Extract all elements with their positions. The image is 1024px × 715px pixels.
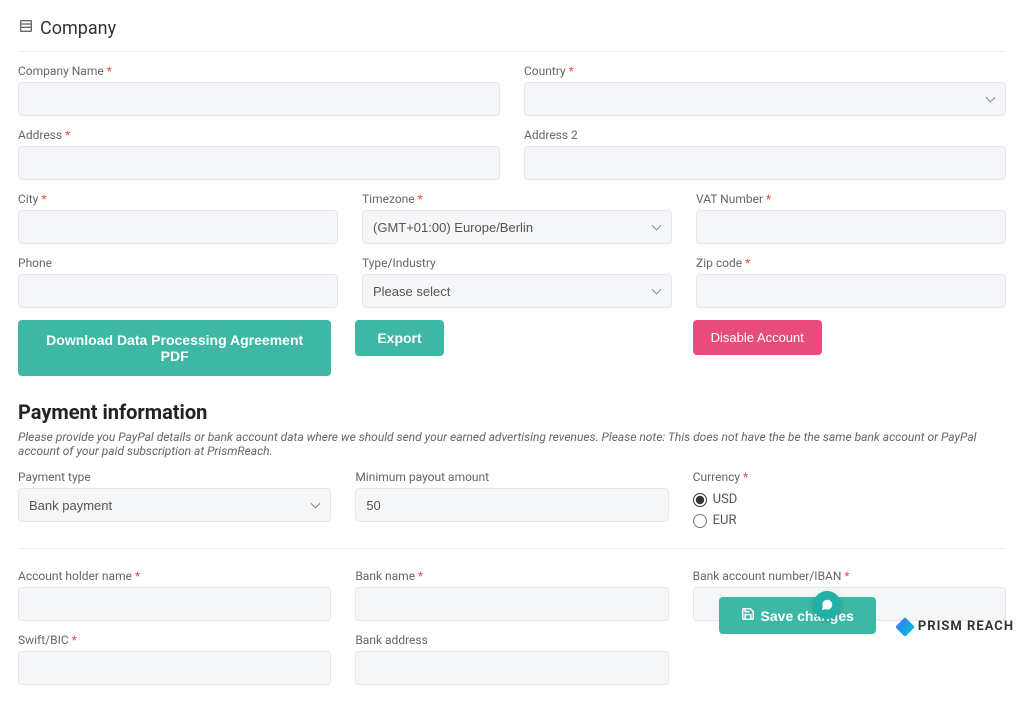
disable-account-button[interactable]: Disable Account — [693, 320, 822, 355]
country-select[interactable] — [524, 82, 1006, 116]
currency-usd-option[interactable]: USD — [693, 492, 1006, 507]
timezone-select[interactable]: (GMT+01:00) Europe/Berlin — [362, 210, 672, 244]
currency-eur-radio[interactable] — [693, 514, 707, 528]
payment-info-helper: Please provide you PayPal details or ban… — [18, 430, 1006, 458]
address-label: Address * — [18, 128, 500, 142]
zip-input[interactable] — [696, 274, 1006, 308]
payment-type-label: Payment type — [18, 470, 331, 484]
brand-logo: PRISM REACH — [892, 619, 1014, 634]
payment-type-select[interactable]: Bank payment — [18, 488, 331, 522]
phone-label: Phone — [18, 256, 338, 270]
bank-name-input[interactable] — [355, 587, 668, 621]
swift-label: Swift/BIC * — [18, 633, 331, 647]
save-icon — [741, 607, 755, 624]
holder-input[interactable] — [18, 587, 331, 621]
payment-info-title: Payment information — [18, 400, 1006, 424]
city-label: City * — [18, 192, 338, 206]
currency-eur-option[interactable]: EUR — [693, 513, 1006, 528]
type-industry-select[interactable]: Please select — [362, 274, 672, 308]
company-section-header: Company — [18, 18, 1006, 52]
country-label: Country * — [524, 64, 1006, 78]
type-industry-label: Type/Industry — [362, 256, 672, 270]
company-title: Company — [40, 18, 116, 39]
company-name-label: Company Name * — [18, 64, 500, 78]
divider — [18, 548, 1006, 549]
download-dpa-button[interactable]: Download Data Processing Agreement PDF — [18, 320, 331, 376]
min-payout-label: Minimum payout amount — [355, 470, 668, 484]
address-input[interactable] — [18, 146, 500, 180]
phone-input[interactable] — [18, 274, 338, 308]
company-icon — [18, 18, 34, 39]
address2-label: Address 2 — [524, 128, 1006, 142]
brand-icon — [895, 617, 915, 637]
holder-label: Account holder name * — [18, 569, 331, 583]
address2-input[interactable] — [524, 146, 1006, 180]
bank-address-label: Bank address — [355, 633, 668, 647]
vat-label: VAT Number * — [696, 192, 1006, 206]
iban-label: Bank account number/IBAN * — [693, 569, 1006, 583]
chat-icon[interactable] — [813, 591, 841, 619]
bank-address-input[interactable] — [355, 651, 668, 685]
vat-input[interactable] — [696, 210, 1006, 244]
timezone-label: Timezone * — [362, 192, 672, 206]
zip-label: Zip code * — [696, 256, 1006, 270]
currency-usd-radio[interactable] — [693, 493, 707, 507]
company-name-input[interactable] — [18, 82, 500, 116]
currency-label: Currency * — [693, 470, 1006, 484]
bank-name-label: Bank name * — [355, 569, 668, 583]
swift-input[interactable] — [18, 651, 331, 685]
min-payout-input[interactable] — [355, 488, 668, 522]
city-input[interactable] — [18, 210, 338, 244]
export-button[interactable]: Export — [355, 320, 443, 356]
save-changes-button[interactable]: Save changes — [719, 597, 876, 634]
